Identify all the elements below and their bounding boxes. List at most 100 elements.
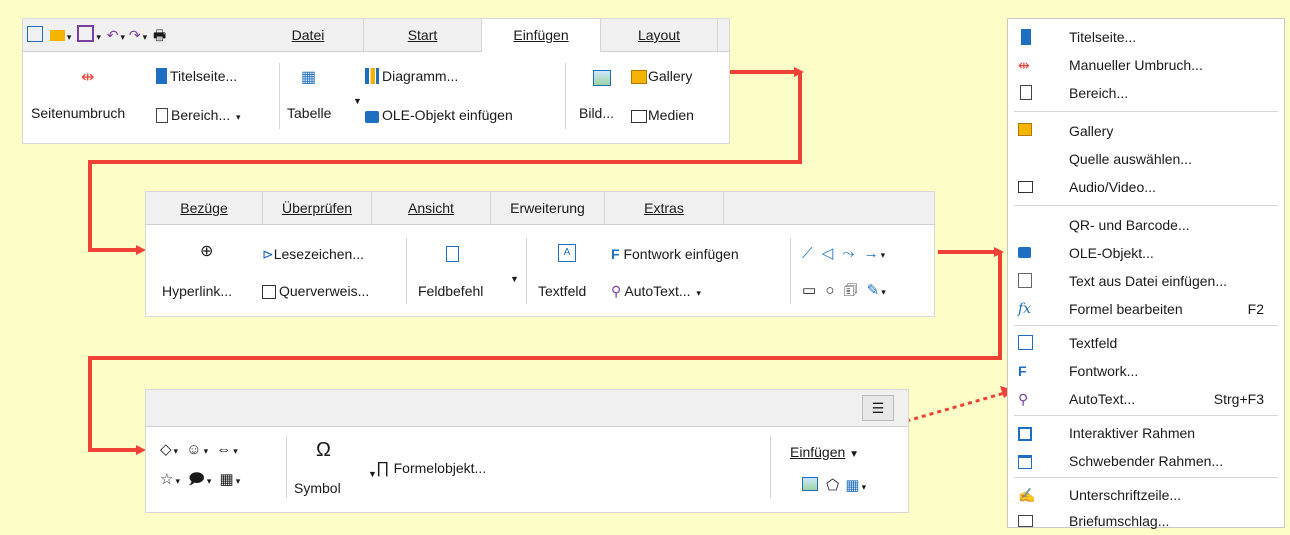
bookmark-label: Lesezeichen...: [273, 246, 365, 262]
formula-object-label: Formelobjekt...: [393, 460, 487, 476]
tab-ansicht[interactable]: Ansicht: [372, 192, 491, 224]
undo-icon[interactable]: ↶: [107, 27, 119, 43]
text-box-icon: [1018, 335, 1033, 350]
line-icon[interactable]: ⟋: [802, 245, 813, 262]
menu-item-interactive-frame[interactable]: Interaktiver Rahmen: [1008, 419, 1284, 447]
divider: [565, 63, 566, 129]
cross-reference-button[interactable]: Querverweis...: [262, 281, 369, 301]
divider: [286, 436, 287, 498]
menu-button[interactable]: ☰: [862, 395, 894, 421]
menu-item-label: Bereich...: [1069, 85, 1129, 101]
menu-item-ole[interactable]: OLE-Objekt...: [1008, 239, 1284, 267]
shape-row-2: ☆ ▾ 🗩 ▾ ▦ ▾: [160, 471, 241, 488]
bookmark-button[interactable]: ⊳Lesezeichen...: [262, 244, 364, 264]
fontwork-button[interactable]: F Fontwork einfügen: [611, 244, 739, 264]
tab-start[interactable]: Start: [364, 19, 482, 51]
shapes-icon[interactable]: ⬠: [826, 477, 839, 494]
tab-ueberpruefen[interactable]: Überprüfen: [263, 192, 372, 224]
menu-item-textfeld[interactable]: Textfeld: [1008, 329, 1284, 357]
table-icon[interactable]: ▦: [845, 477, 859, 494]
tab-datei[interactable]: Datei: [253, 19, 364, 51]
print-icon[interactable]: 🖶: [153, 27, 166, 43]
menu-item-bereich[interactable]: Bereich...: [1008, 79, 1284, 107]
diamond-icon[interactable]: ◇: [160, 441, 172, 458]
menu-item-manual-break[interactable]: ⇹ Manueller Umbruch...: [1008, 51, 1284, 79]
redo-icon[interactable]: ↷: [129, 27, 141, 43]
image-button[interactable]: Bild...: [575, 66, 625, 126]
menu-item-envelope[interactable]: Briefumschlag...: [1008, 507, 1284, 535]
title-page-button[interactable]: Titelseite...: [156, 66, 237, 86]
media-label: Medien: [648, 107, 694, 123]
tab-layout[interactable]: Layout: [601, 19, 718, 51]
arrow-line-icon[interactable]: →: [864, 245, 879, 262]
tab-label: Erweiterung: [510, 200, 585, 216]
speech-bubble-icon[interactable]: 🗩: [188, 471, 205, 488]
media-icon: [1018, 181, 1033, 193]
menu-item-fontwork[interactable]: F Fontwork...: [1008, 357, 1284, 385]
gallery-button[interactable]: Gallery: [631, 66, 692, 86]
table-dropdown-arrow[interactable]: ▼: [353, 91, 362, 111]
menu-separator: [1014, 205, 1278, 206]
menu-item-qr-barcode[interactable]: QR- und Barcode...: [1008, 211, 1284, 239]
ole-label: OLE-Objekt einfügen: [382, 107, 513, 123]
insert-icons-row: ⬠ ▦ ▾: [802, 476, 866, 497]
callout-icon[interactable]: 🗊: [844, 282, 858, 299]
menu-item-quelle[interactable]: Quelle auswählen...: [1008, 145, 1284, 173]
text-box-icon: A: [558, 244, 576, 262]
smiley-icon[interactable]: ☺: [186, 441, 201, 458]
page-break-button[interactable]: ⇹ Seitenumbruch: [29, 66, 159, 126]
menu-item-text-from-file[interactable]: Text aus Datei einfügen...: [1008, 267, 1284, 295]
draw-function-icon[interactable]: ✎: [867, 282, 880, 299]
ellipse-icon[interactable]: ○: [825, 282, 834, 299]
chevron-down-icon: ▾: [696, 288, 701, 298]
menu-item-autotext[interactable]: ⚲ AutoText... Strg+F3: [1008, 385, 1284, 413]
tab-extras[interactable]: Extras: [605, 192, 724, 224]
flowchart-icon[interactable]: ▦: [220, 471, 234, 488]
curve-icon[interactable]: ⤳: [842, 245, 854, 262]
section-button[interactable]: Bereich... ▾: [156, 105, 241, 127]
insert-dropdown-button[interactable]: Einfügen ▼: [790, 442, 859, 465]
hyperlink-label: Hyperlink...: [162, 283, 233, 299]
section-icon: [156, 108, 168, 123]
autotext-icon: ⚲: [1018, 391, 1029, 407]
menu-item-formula[interactable]: fx Formel bearbeiten F2: [1008, 295, 1284, 323]
new-doc-icon[interactable]: [27, 26, 43, 42]
tab-bar: Bezüge Überprüfen Ansicht Erweiterung Ex…: [146, 192, 934, 225]
image-icon[interactable]: [802, 477, 818, 491]
menu-item-audio-video[interactable]: Audio/Video...: [1008, 173, 1284, 201]
tab-erweiterung[interactable]: Erweiterung: [491, 192, 605, 224]
menu-item-floating-frame[interactable]: Schwebender Rahmen...: [1008, 447, 1284, 475]
open-folder-icon[interactable]: [49, 30, 65, 41]
chart-button[interactable]: Diagramm...: [365, 66, 458, 86]
menu-item-titelseite[interactable]: Titelseite...: [1008, 23, 1284, 51]
save-icon[interactable]: [77, 25, 95, 42]
menu-item-label: Schwebender Rahmen...: [1069, 453, 1224, 469]
table-button[interactable]: ▦ Tabelle ▼: [287, 66, 362, 126]
ole-object-button[interactable]: OLE-Objekt einfügen: [365, 105, 513, 125]
rectangle-icon[interactable]: ▭: [802, 282, 816, 299]
hyperlink-button[interactable]: ⊕ Hyperlink...: [160, 243, 260, 304]
menu-item-signature-line[interactable]: ✍ Unterschriftzeile...: [1008, 481, 1284, 509]
menu-separator: [1014, 325, 1278, 326]
page-break-icon: ⇹: [81, 69, 95, 86]
ole-object-icon: [1018, 247, 1031, 258]
star-icon[interactable]: ☆: [160, 471, 173, 488]
autotext-button[interactable]: ⚲ AutoText... ▾: [611, 281, 701, 303]
text-box-button[interactable]: A Textfeld: [536, 244, 602, 304]
manual-break-icon: ⇹: [1018, 57, 1030, 73]
formula-object-button[interactable]: ∏ Formelobjekt...: [376, 458, 486, 479]
media-button[interactable]: Medien: [631, 105, 694, 125]
menu-item-label: Formel bearbeiten: [1069, 301, 1183, 317]
title-page-label: Titelseite...: [170, 68, 238, 84]
menu-item-gallery[interactable]: Gallery: [1008, 117, 1284, 145]
cross-reference-icon: [262, 285, 276, 299]
polygon-icon[interactable]: ◁: [822, 245, 834, 262]
symbol-button[interactable]: Ω Symbol ▼: [294, 440, 377, 500]
field-button[interactable]: Feldbefehl ▼: [416, 244, 519, 304]
divider: [406, 238, 407, 304]
double-arrow-icon[interactable]: ⇔: [216, 441, 231, 458]
divider: [790, 238, 791, 304]
tab-bezuege[interactable]: Bezüge: [146, 192, 263, 224]
field-dropdown-arrow[interactable]: ▼: [510, 269, 519, 289]
tab-einfuegen[interactable]: Einfügen: [482, 19, 601, 52]
